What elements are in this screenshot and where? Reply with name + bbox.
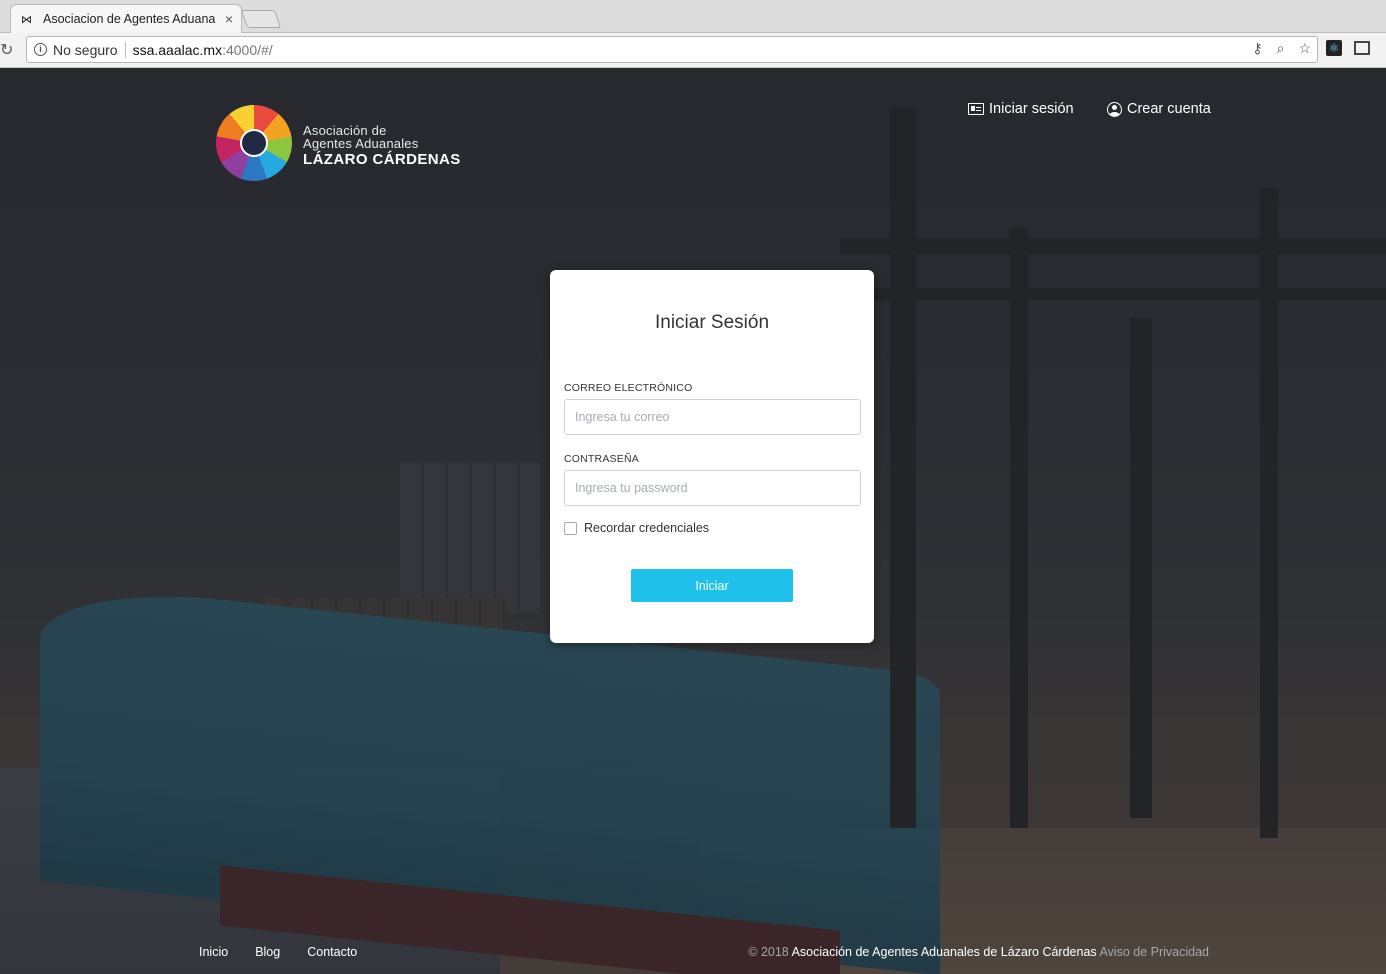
remember-checkbox[interactable] <box>564 521 577 535</box>
tab-title: Asociacion de Agentes Aduana <box>43 12 216 26</box>
url-path[interactable]: :4000/#/ <box>222 42 273 58</box>
login-title: Iniciar Sesión <box>654 312 770 333</box>
browser-tab[interactable]: ⋈ Asociacion de Agentes Aduana × <box>10 4 242 33</box>
logo-line-3: LÁZARO CÁRDENAS <box>303 151 461 168</box>
address-bar-actions: ⚷ ⌕ ☆ <box>1252 40 1311 57</box>
organization-name: Asociación de Agentes Aduanales de Lázar… <box>791 945 1097 959</box>
bowtie-icon: ⋈ <box>21 13 32 26</box>
address-bar[interactable]: i No seguro ssa.aaalac.mx :4000/#/ ⚷ ⌕ ☆ <box>26 36 1318 63</box>
user-circle-icon <box>1107 101 1122 117</box>
remember-credentials[interactable]: Recordar credenciales <box>564 521 709 535</box>
ship-icon <box>240 129 268 157</box>
nav-login-link[interactable]: Iniciar sesión <box>968 101 1074 117</box>
star-icon[interactable]: ☆ <box>1298 40 1311 57</box>
divider <box>124 41 126 58</box>
zoom-icon[interactable]: ⌕ <box>1277 40 1285 57</box>
email-field[interactable] <box>564 399 861 435</box>
site-logo[interactable]: Asociación de Agentes Aduanales LÁZARO C… <box>216 105 476 185</box>
footer-link-contacto[interactable]: Contacto <box>307 945 357 959</box>
reload-icon[interactable]: ↻ <box>0 40 13 60</box>
login-button[interactable]: Iniciar <box>631 569 793 602</box>
privacy-link[interactable]: Aviso de Privacidad <box>1099 945 1209 959</box>
id-card-icon <box>968 103 984 115</box>
footer-legal: © 2018 Asociación de Agentes Aduanales d… <box>748 945 1209 959</box>
password-field[interactable] <box>564 470 861 506</box>
copyright: © 2018 <box>748 945 789 959</box>
nav-signup-label: Crear cuenta <box>1127 101 1211 117</box>
close-icon[interactable]: × <box>225 11 233 27</box>
remember-label: Recordar credenciales <box>584 521 710 535</box>
url-host[interactable]: ssa.aaalac.mx <box>133 42 222 58</box>
info-icon[interactable]: i <box>34 43 47 56</box>
react-devtools-icon[interactable]: ⚛ <box>1326 40 1342 56</box>
browser-tab-bar: ⋈ Asociacion de Agentes Aduana × <box>0 0 1386 33</box>
security-label[interactable]: No seguro <box>53 42 118 58</box>
nav-signup-link[interactable]: Crear cuenta <box>1107 101 1211 117</box>
footer-link-inicio[interactable]: Inicio <box>199 945 228 959</box>
password-label: CONTRASEÑA <box>564 453 639 465</box>
key-icon[interactable]: ⚷ <box>1252 40 1262 57</box>
nav-login-label: Iniciar sesión <box>989 101 1074 117</box>
email-label: CORREO ELECTRÓNICO <box>564 382 693 394</box>
new-tab-button[interactable] <box>240 10 282 28</box>
cast-icon[interactable] <box>1354 41 1370 55</box>
browser-toolbar: ↻ i No seguro ssa.aaalac.mx :4000/#/ ⚷ ⌕… <box>0 33 1386 68</box>
login-card: Iniciar Sesión CORREO ELECTRÓNICO CONTRA… <box>550 270 874 643</box>
logo-line-2: Agentes Aduanales <box>303 136 419 151</box>
footer-link-blog[interactable]: Blog <box>255 945 280 959</box>
page: Asociación de Agentes Aduanales LÁZARO C… <box>0 68 1386 974</box>
footer-nav: Inicio Blog Contacto <box>199 945 357 959</box>
extension-icons: ⚛ <box>1326 40 1370 56</box>
